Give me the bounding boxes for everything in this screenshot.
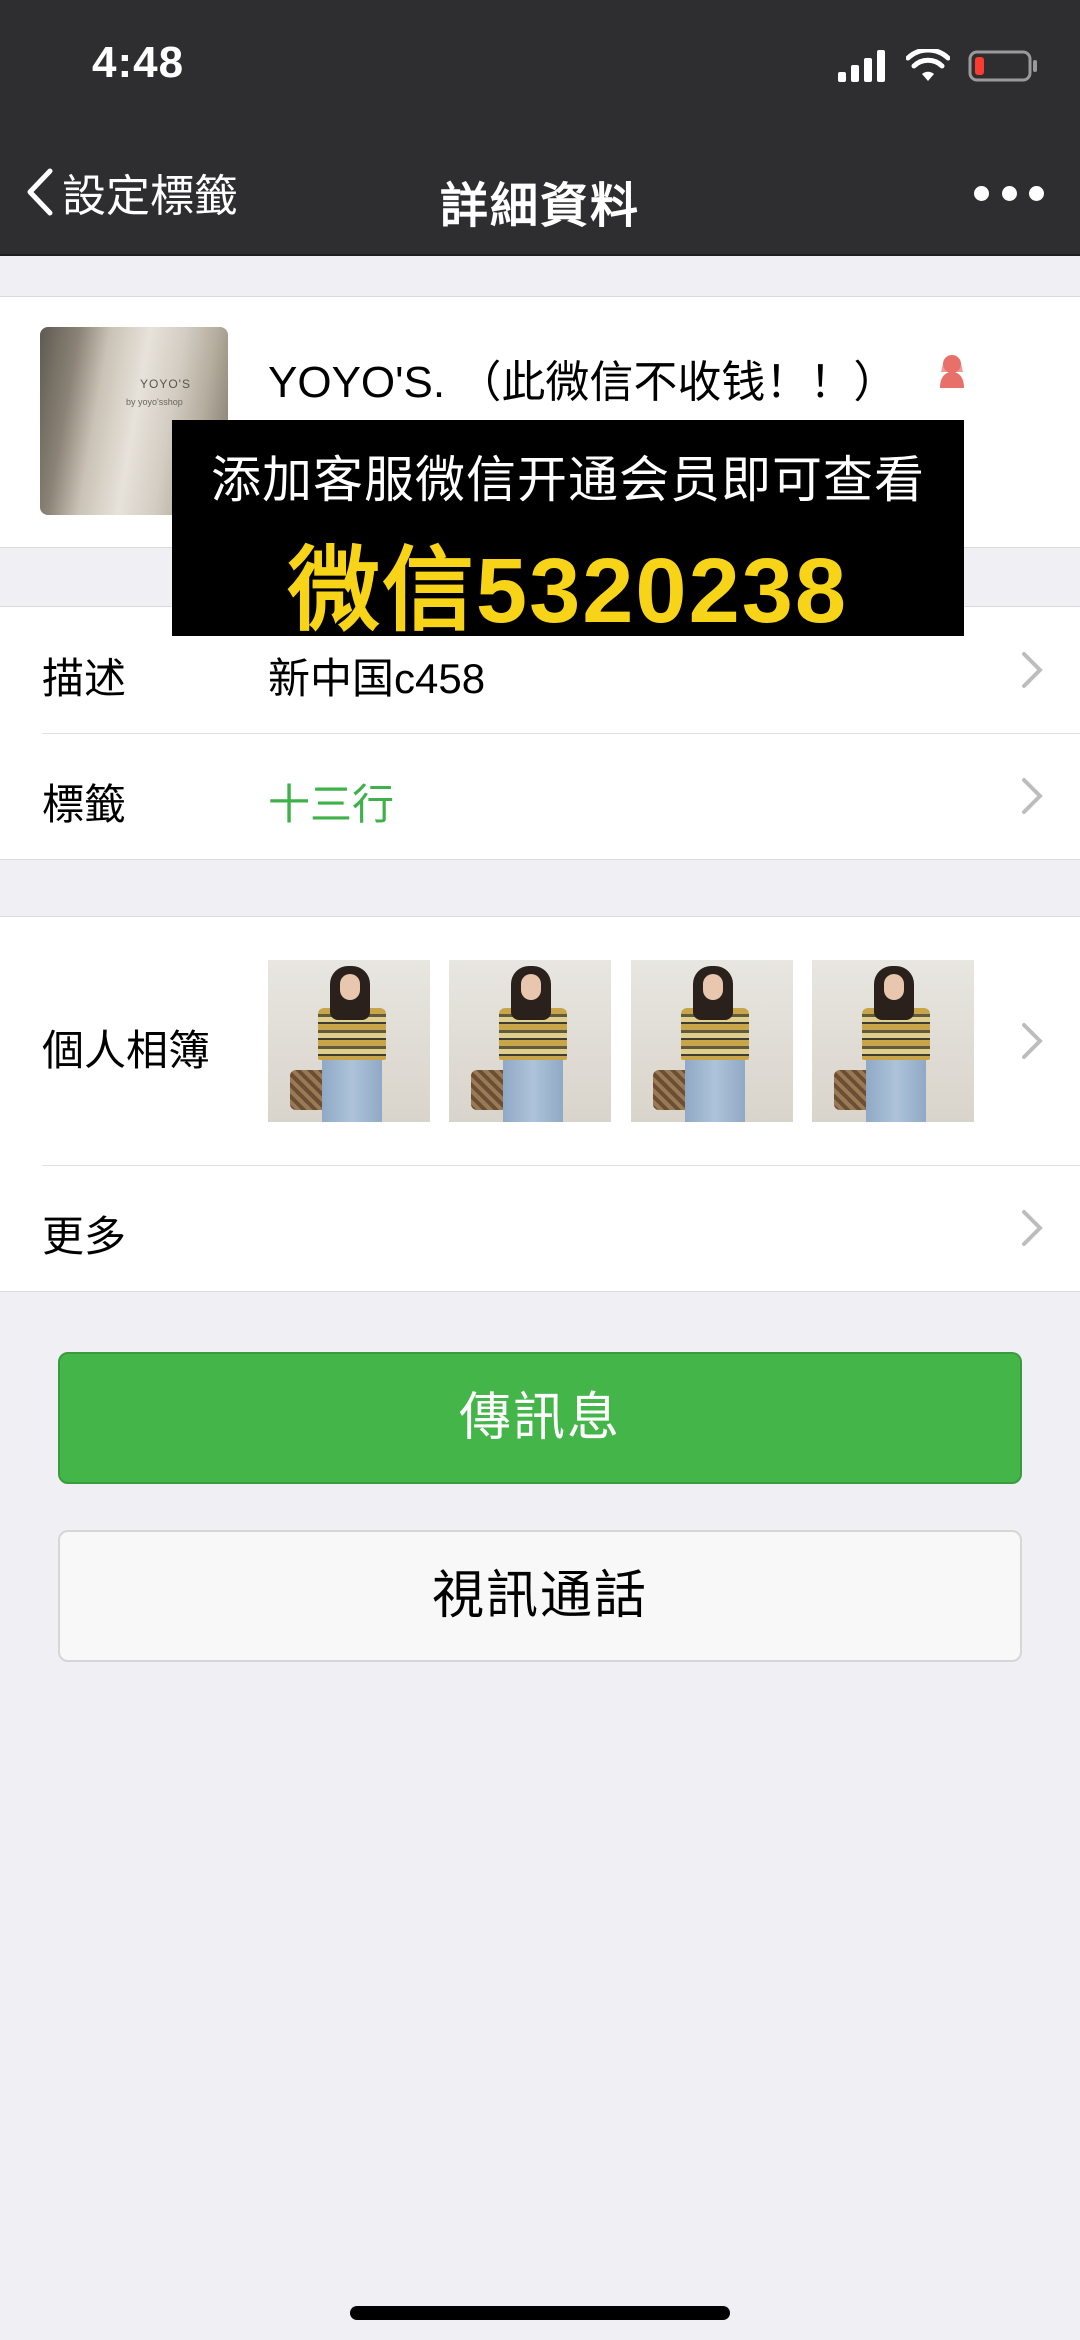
album-photo bbox=[268, 960, 430, 1122]
album-row[interactable]: 個人相簿 bbox=[0, 917, 1080, 1165]
chevron-right-icon bbox=[1022, 652, 1043, 688]
overlay-banner: 添加客服微信开通会员即可查看 微信5320238 bbox=[172, 420, 964, 642]
status-bar: 4:48 bbox=[0, 0, 1080, 130]
send-message-button[interactable]: 傳訊息 bbox=[58, 1352, 1022, 1484]
battery-low-icon bbox=[968, 50, 1037, 82]
more-options-button[interactable] bbox=[974, 170, 1044, 216]
nav-bar: 設定標籤 詳細資料 bbox=[0, 130, 1080, 256]
tags-row[interactable]: 標籤 十三行 bbox=[0, 733, 1080, 859]
description-value: 新中国c458 bbox=[268, 655, 486, 702]
album-section: 個人相簿 更多 bbox=[0, 916, 1080, 1292]
album-photo bbox=[631, 960, 793, 1122]
album-photo bbox=[449, 960, 611, 1122]
avatar-text: YOYO'S bbox=[140, 377, 191, 391]
more-row[interactable]: 更多 bbox=[0, 1165, 1080, 1291]
page-title: 詳細資料 bbox=[439, 180, 640, 233]
more-label: 更多 bbox=[42, 1213, 127, 1260]
profile-name: YOYO'S. （此微信不收钱！！） bbox=[268, 358, 898, 407]
chevron-right-icon bbox=[1022, 778, 1043, 814]
chevron-right-icon bbox=[1022, 1210, 1043, 1246]
chevron-right-icon bbox=[1022, 1023, 1043, 1059]
avatar-subtext: by yoyo'sshop bbox=[126, 397, 183, 407]
video-call-button[interactable]: 視訊通話 bbox=[58, 1530, 1022, 1662]
tags-value: 十三行 bbox=[268, 781, 395, 828]
album-label: 個人相簿 bbox=[42, 1027, 211, 1074]
album-photo bbox=[812, 960, 974, 1122]
status-icons bbox=[838, 44, 1038, 88]
more-dots-icon bbox=[974, 185, 989, 201]
home-indicator[interactable] bbox=[350, 2306, 730, 2320]
overlay-wechat-id: 微信5320238 bbox=[287, 540, 849, 642]
status-time: 4:48 bbox=[92, 38, 185, 87]
female-icon bbox=[940, 355, 964, 388]
tags-label: 標籤 bbox=[42, 781, 127, 828]
wifi-icon bbox=[906, 49, 950, 81]
overlay-text: 添加客服微信开通会员即可查看 bbox=[211, 452, 925, 508]
signal-icon bbox=[838, 50, 885, 82]
description-label: 描述 bbox=[42, 655, 127, 702]
